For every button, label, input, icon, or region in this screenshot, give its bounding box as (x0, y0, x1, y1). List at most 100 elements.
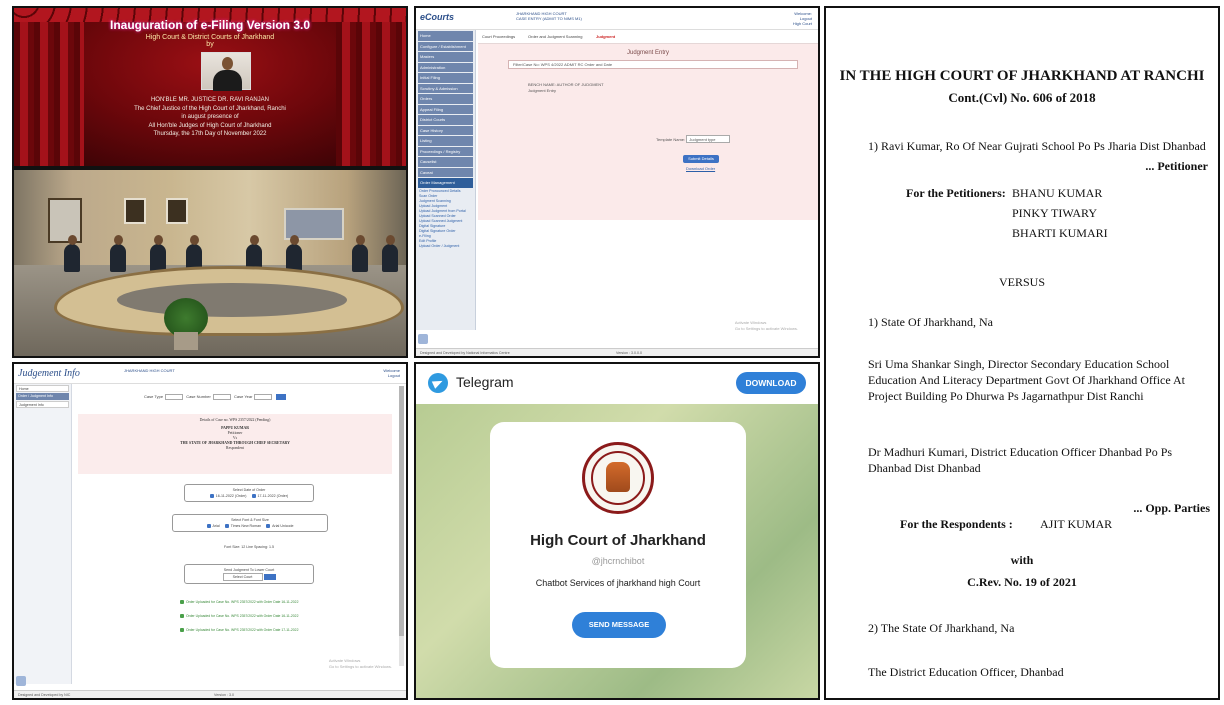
respondent-role: ... Opp. Parties (1133, 501, 1210, 515)
footer-credit: Designed and Developed by NIC (18, 693, 71, 697)
sidebar-item[interactable]: Home (418, 31, 473, 41)
toolbar-judgment-tag[interactable]: Judgment (596, 34, 615, 39)
telegram-app-name: Telegram (456, 374, 514, 390)
sidebar-link[interactable]: Upload Order / Judgment (416, 244, 475, 249)
footer-version: Version : 3.0.0.0 (616, 351, 642, 355)
plant-pot (174, 332, 198, 350)
sidebar-item[interactable]: Causelist (418, 157, 473, 167)
sidebar-item[interactable]: Caveat (418, 167, 473, 177)
logout-link[interactable]: Logout (383, 373, 400, 378)
sidebar-item[interactable]: Masters (418, 52, 473, 62)
sidebar-item-order-judgment-info[interactable]: Order / Judgment Info (16, 393, 69, 400)
petitioner-line: 1) Ravi Kumar, Ro Of Near Gujrati School… (868, 139, 1206, 153)
respondent-line: Sri Uma Shankar Singh, Director Secondar… (868, 357, 1186, 403)
download-order-link[interactable]: Download Order (686, 166, 715, 171)
sidebar-item[interactable]: Case History (418, 125, 473, 135)
petitioner-counsel: BHANU KUMAR (1012, 186, 1103, 200)
scrollbar[interactable] (399, 386, 404, 666)
check-icon (180, 628, 184, 633)
case-year-select[interactable] (254, 394, 273, 400)
portrait-head (222, 57, 233, 70)
radio-icon[interactable] (209, 494, 214, 499)
judgement-info-logo: Judgement Info (18, 368, 80, 379)
bench-info: BENCH NAME: AUTHOR OF JUDGMENT Judgment … (528, 82, 604, 94)
inauguration-subtitle: High Court & District Courts of Jharkhan… (74, 34, 346, 48)
sidebar-item[interactable]: Orders (418, 94, 473, 104)
chat-icon[interactable] (16, 676, 26, 686)
other-judges-line: All Hon'ble Judges of High Court of Jhar… (148, 122, 272, 129)
download-button[interactable]: DOWNLOAD (736, 372, 806, 394)
versus-text: VERSUS (998, 275, 1045, 289)
send-button[interactable] (263, 574, 276, 581)
case-type-select[interactable] (165, 394, 184, 400)
photo-window (48, 198, 82, 243)
go-button[interactable] (275, 394, 286, 400)
toolbar-court-proceedings[interactable]: Court Proceedings (482, 34, 515, 39)
photo-person (150, 235, 166, 272)
case-number-input[interactable] (212, 394, 231, 400)
check-icon (180, 600, 184, 605)
inauguration-title: Inauguration of e-Filing Version 3.0 (109, 18, 311, 32)
sidebar-item[interactable]: Scrutiny & Admission (418, 83, 473, 93)
watermark-line: Go to Settings to activate Windows. (328, 664, 392, 669)
order-date-option[interactable]: 16-11-2022 (Order) (216, 494, 247, 498)
order-date-option[interactable]: 17-11-2022 (Order) (258, 494, 289, 498)
ecourts-judgment-entry-screen: eCourts JHARKHAND HIGH COURT CASE ENTRY … (414, 6, 820, 358)
submit-details-button[interactable]: Submit Details (683, 155, 719, 163)
template-select[interactable]: Judgment type (686, 135, 731, 143)
case-title: Details of Case no. WPS 2357/2022 (Pendi… (199, 418, 271, 422)
case-type-label: Case Type (144, 394, 164, 400)
judgement-info-main: Case Type Case Number Case Year Details … (74, 384, 398, 684)
radio-icon[interactable] (224, 524, 229, 529)
telegram-logo-icon (428, 373, 448, 393)
sidebar-item[interactable]: Administration (418, 62, 473, 72)
respondent-counsel: AJIT KUMAR (1040, 517, 1113, 531)
sidebar-item-home[interactable]: Home (16, 385, 69, 392)
font-size-line: Font Size: 12 Line Spacing: 1.5 (224, 545, 274, 549)
radio-icon[interactable] (266, 524, 271, 529)
footer-version: Version : 3.0 (214, 693, 234, 697)
radio-icon[interactable] (251, 494, 256, 499)
send-message-button[interactable]: SEND MESSAGE (572, 612, 666, 638)
table-center (117, 283, 347, 317)
court-name: High Court (792, 21, 812, 26)
ecourts-toolbar: Court Proceedings Order and Judgment Sca… (478, 30, 818, 44)
presence-line: in august presence of (181, 114, 239, 120)
sidebar-item[interactable]: Initial Filing (418, 73, 473, 83)
curtain-right (336, 8, 406, 166)
photo-wall-frame (124, 198, 146, 224)
petitioner-role: ... Petitioner (1145, 159, 1208, 173)
sidebar-item[interactable]: Appeal Filing (418, 104, 473, 114)
sidebar-item-judgement-info[interactable]: Judgement Info (16, 401, 69, 408)
activate-windows-watermark: Activate Windows Go to Settings to activ… (329, 658, 392, 670)
chat-icon[interactable] (418, 334, 428, 344)
order-date-options: 16-11-2022 (Order) 17-11-2022 (Order) (187, 493, 311, 499)
font-option[interactable]: Times New Roman (231, 524, 261, 528)
inauguration-by: by (206, 41, 214, 48)
document-case-number: Cont.(Cvl) No. 606 of 2018 (948, 90, 1096, 105)
bot-title: High Court of Jharkhand (530, 532, 706, 549)
court-select[interactable]: Select Court (222, 573, 263, 581)
photo-person (352, 235, 368, 272)
sidebar-item-active[interactable]: Order Management (418, 178, 473, 188)
sidebar-item[interactable]: Listing (418, 136, 473, 146)
sidebar-item[interactable]: District Courts (418, 115, 473, 125)
bot-description: Chatbot Services of jharkhand high Court (535, 578, 701, 588)
telegram-bot-page: Telegram DOWNLOAD High Court of Jharkhan… (414, 362, 820, 700)
font-option[interactable]: Arial (213, 524, 220, 528)
sidebar-item[interactable]: Configure / Establishment (418, 41, 473, 51)
case-filter-field[interactable]: Filter/Case No: WPS 4/2022 ADMIT RC Orde… (508, 60, 798, 69)
collage: Inauguration of e-Filing Version 3.0 Hig… (0, 0, 1224, 705)
petitioner-counsel: PINKY TIWARY (1012, 206, 1098, 220)
activate-windows-watermark: Activate Windows Go to Settings to activ… (735, 320, 798, 332)
font-option[interactable]: Arial Unicode (272, 524, 293, 528)
toolbar-order-scanning[interactable]: Order and Judgment Scanning (528, 34, 582, 39)
upload-status-text: Order Uploaded for Case No. WPS 2357/202… (186, 628, 299, 632)
radio-icon[interactable] (206, 524, 211, 529)
judgement-info-screen: Judgement Info JHARKHAND HIGH COURT Welc… (12, 362, 408, 700)
ecourts-main: Court Proceedings Order and Judgment Sca… (478, 30, 818, 220)
for-petitioners-label: For the Petitioners: (906, 186, 1006, 200)
respondent-line: The District Education Officer, Dhanbad (868, 665, 1064, 679)
sidebar-item[interactable]: Proceedings / Registry (418, 146, 473, 156)
court-select-row: Select Court (187, 573, 311, 581)
